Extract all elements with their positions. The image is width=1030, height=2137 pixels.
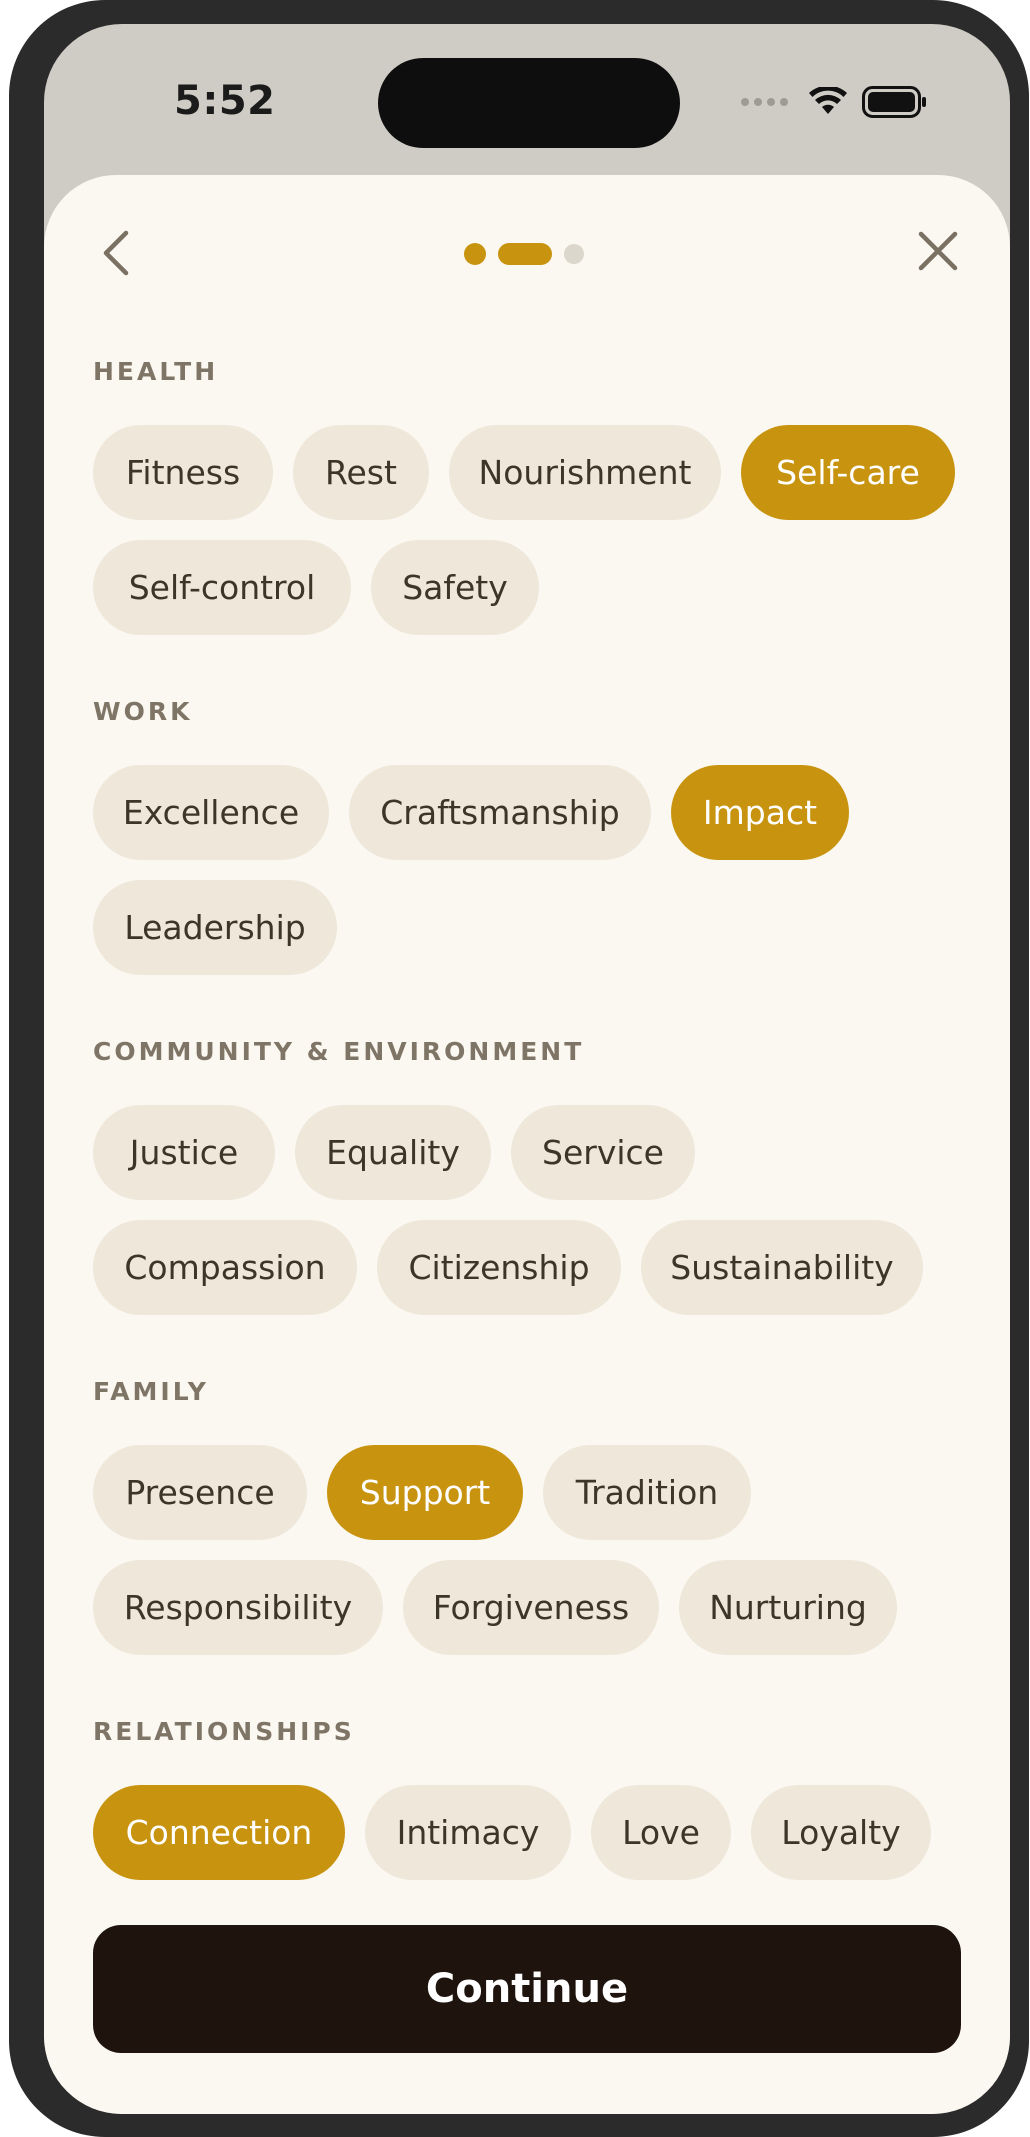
progress-dot-done	[464, 243, 486, 265]
chip-equality[interactable]: Equality	[295, 1105, 491, 1200]
chip-nourishment[interactable]: Nourishment	[449, 425, 721, 520]
section-title-community: COMMUNITY & ENVIRONMENT	[93, 1037, 585, 1066]
chip-forgiveness[interactable]: Forgiveness	[403, 1560, 659, 1655]
status-bar: 5:52	[44, 24, 1010, 174]
values-sheet: HEALTH Fitness Rest Nourishment Self-car…	[44, 175, 1010, 2114]
chip-citizenship[interactable]: Citizenship	[377, 1220, 621, 1315]
chip-leadership[interactable]: Leadership	[93, 880, 337, 975]
section-title-health: HEALTH	[93, 357, 219, 386]
chip-self-care[interactable]: Self-care	[741, 425, 955, 520]
chip-love[interactable]: Love	[591, 1785, 731, 1880]
wifi-icon	[809, 87, 847, 114]
chip-responsibility[interactable]: Responsibility	[93, 1560, 383, 1655]
progress-dot-current	[498, 243, 552, 265]
screen: 5:52 HEALTH Fitness Rest Nourishment Sel…	[44, 24, 1010, 2114]
progress-dot-upcoming	[564, 244, 584, 264]
chip-rest[interactable]: Rest	[293, 425, 429, 520]
battery-icon	[862, 86, 926, 118]
status-time: 5:52	[174, 78, 276, 124]
chip-sustainability[interactable]: Sustainability	[641, 1220, 923, 1315]
cellular-dots-icon	[741, 98, 788, 106]
chip-connection[interactable]: Connection	[93, 1785, 345, 1880]
section-title-work: WORK	[93, 697, 193, 726]
chip-tradition[interactable]: Tradition	[543, 1445, 751, 1540]
chip-intimacy[interactable]: Intimacy	[365, 1785, 571, 1880]
chevron-left-icon	[103, 230, 129, 276]
status-icons	[741, 86, 928, 118]
chip-justice[interactable]: Justice	[93, 1105, 275, 1200]
chip-impact[interactable]: Impact	[671, 765, 849, 860]
progress-indicator	[464, 243, 584, 265]
chip-loyalty[interactable]: Loyalty	[751, 1785, 931, 1880]
chip-compassion[interactable]: Compassion	[93, 1220, 357, 1315]
chip-nurturing[interactable]: Nurturing	[679, 1560, 897, 1655]
close-button[interactable]	[912, 225, 964, 277]
continue-button[interactable]: Continue	[93, 1925, 961, 2053]
chip-support[interactable]: Support	[327, 1445, 523, 1540]
chip-excellence[interactable]: Excellence	[93, 765, 329, 860]
chip-craftsmanship[interactable]: Craftsmanship	[349, 765, 651, 860]
chip-service[interactable]: Service	[511, 1105, 695, 1200]
chip-safety[interactable]: Safety	[371, 540, 539, 635]
back-button[interactable]	[94, 227, 138, 279]
phone-frame: 5:52 HEALTH Fitness Rest Nourishment Sel…	[9, 0, 1029, 2137]
chip-self-control[interactable]: Self-control	[93, 540, 351, 635]
dynamic-island	[378, 58, 680, 148]
close-icon	[918, 231, 958, 271]
chip-fitness[interactable]: Fitness	[93, 425, 273, 520]
chip-presence[interactable]: Presence	[93, 1445, 307, 1540]
section-title-family: FAMILY	[93, 1377, 209, 1406]
section-title-relationships: RELATIONSHIPS	[93, 1717, 355, 1746]
